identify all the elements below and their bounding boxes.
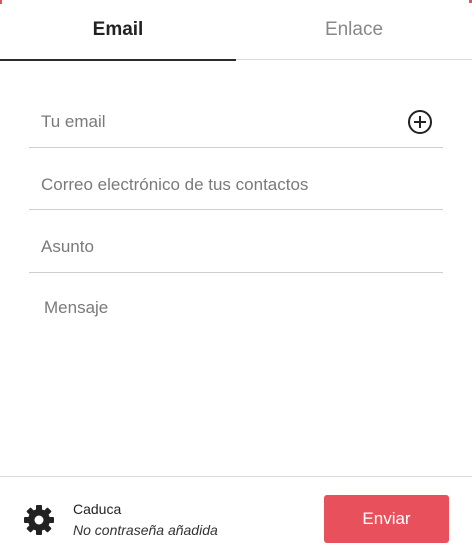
contacts-email-row xyxy=(29,160,443,210)
tab-email-label: Email xyxy=(92,19,144,40)
footer-bar: Caduca No contraseña añadida Enviar xyxy=(0,476,472,557)
tab-email[interactable]: Email xyxy=(0,0,236,61)
subject-input[interactable] xyxy=(29,222,443,272)
message-row xyxy=(29,289,443,449)
subject-row xyxy=(29,222,443,273)
password-status: No contraseña añadida xyxy=(73,522,218,538)
active-tab-indicator xyxy=(0,59,236,61)
message-textarea[interactable] xyxy=(29,289,443,439)
expiration-label: Caduca xyxy=(73,501,122,517)
plus-circle-icon[interactable] xyxy=(407,109,433,135)
your-email-input[interactable] xyxy=(29,97,443,147)
tab-bar: Email Enlace xyxy=(0,0,472,61)
tab-link-label: Enlace xyxy=(324,19,384,40)
tab-link[interactable]: Enlace xyxy=(236,0,472,60)
your-email-row xyxy=(29,97,443,148)
gear-icon[interactable] xyxy=(22,503,56,537)
expiration-setting[interactable]: Caduca xyxy=(73,501,263,517)
transfer-panel: Email Enlace Tu email Correo electrónico… xyxy=(0,0,472,557)
contacts-email-input[interactable] xyxy=(29,160,443,209)
send-button[interactable]: Enviar xyxy=(324,495,449,543)
